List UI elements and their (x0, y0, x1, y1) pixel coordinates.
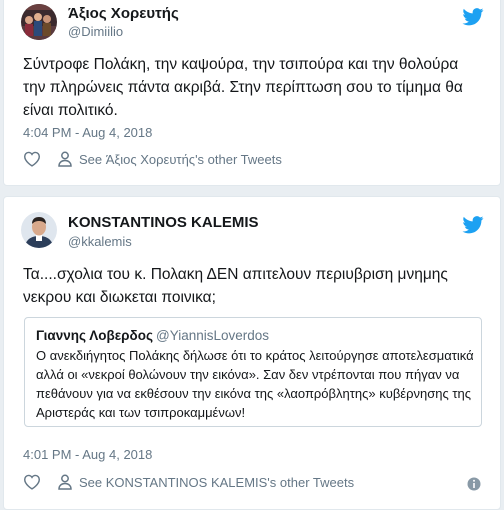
quoted-tweet-text: Ο ανεκδιήγητος Πολάκης δήλωσε ότι το κρά… (36, 348, 474, 420)
quoted-author-name[interactable]: Γιαννης Λοβερδος (36, 328, 153, 343)
author-handle[interactable]: @kkalemis (68, 234, 132, 249)
tweet-text: Τα....σχολια του κ. Πολακη ΔΕΝ απιτελουν… (23, 266, 448, 306)
tweet-actions: See KONSTANTINOS KALEMIS's other Tweets (23, 474, 354, 490)
heart-icon[interactable] (23, 474, 41, 490)
quoted-author-handle[interactable]: @YiannisLoverdos (156, 328, 269, 343)
tweet-actions: See Άξιος Χορευτής's other Tweets (23, 151, 282, 167)
heart-icon[interactable] (23, 151, 41, 167)
twitter-bird-icon[interactable] (462, 8, 484, 26)
tweet-timestamp[interactable]: 4:01 PM - Aug 4, 2018 (23, 447, 152, 462)
tweet-card: KONSTANTINOS KALEMIS @kkalemis Τα....σχο… (3, 196, 501, 510)
tweet-card: Άξιος Χορευτής @Dimiilio Σύντροφε Πολάκη… (3, 0, 501, 186)
other-tweets-link[interactable]: See KONSTANTINOS KALEMIS's other Tweets (79, 475, 354, 490)
other-tweets-link[interactable]: See Άξιος Χορευτής's other Tweets (79, 152, 282, 167)
avatar[interactable] (21, 4, 57, 40)
author-name[interactable]: KONSTANTINOS KALEMIS (68, 214, 259, 231)
author-name[interactable]: Άξιος Χορευτής (68, 5, 179, 22)
author-handle[interactable]: @Dimiilio (68, 24, 123, 39)
twitter-bird-icon[interactable] (462, 216, 484, 234)
person-icon[interactable] (58, 151, 72, 167)
quoted-tweet[interactable]: Γιαννης Λοβερδος @YiannisLoverdos Ο ανεκ… (24, 317, 482, 427)
tweet-text: Σύντροφε Πολάκη, την καψούρα, την τσιπού… (23, 56, 463, 119)
avatar[interactable] (21, 212, 57, 248)
person-icon[interactable] (58, 474, 72, 490)
tweet-timestamp[interactable]: 4:04 PM - Aug 4, 2018 (23, 125, 152, 140)
info-icon[interactable] (467, 477, 481, 491)
